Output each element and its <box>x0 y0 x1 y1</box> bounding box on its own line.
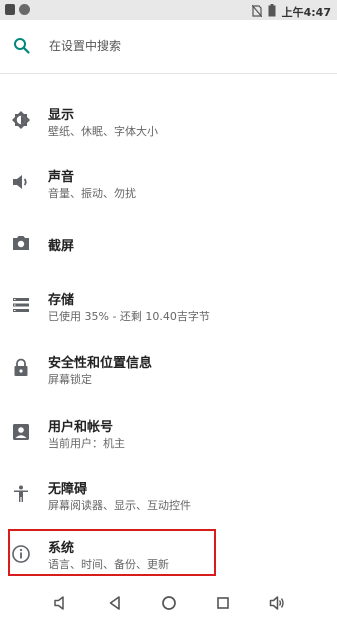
settings-item-subtitle: 当前用户：机主 <box>48 437 125 450</box>
no-sim-icon <box>251 2 263 21</box>
search-input[interactable]: 在设置中搜索 <box>49 37 121 54</box>
settings-item-accessibility[interactable]: 无障碍 屏幕阅读器、显示、互动控件 <box>0 474 337 518</box>
volume-up-icon[interactable] <box>268 594 286 612</box>
notification-square-icon <box>5 4 15 15</box>
storage-icon <box>11 295 31 315</box>
volume-down-icon[interactable] <box>52 594 70 612</box>
lock-icon <box>11 358 31 378</box>
settings-item-storage[interactable]: 存储 已使用 35% - 还剩 10.40吉字节 <box>0 285 337 329</box>
settings-item-display[interactable]: 显示 壁纸、休眠、字体大小 <box>0 100 337 144</box>
settings-item-subtitle: 音量、振动、勿扰 <box>48 187 136 200</box>
search-icon <box>12 36 32 56</box>
settings-item-subtitle: 已使用 35% - 还剩 10.40吉字节 <box>48 310 210 323</box>
volume-icon <box>11 172 31 192</box>
battery-icon <box>268 2 276 21</box>
status-time: 上午4:47 <box>281 5 331 19</box>
brightness-icon <box>11 110 31 130</box>
settings-screen: 上午4:47 在设置中搜索 显示 壁纸、休眠、字体大小 声音 音量、振动、勿扰 … <box>0 0 337 619</box>
settings-item-title: 存储 <box>48 293 75 308</box>
back-icon[interactable] <box>106 594 124 612</box>
status-right: 上午4:47 <box>251 2 331 21</box>
recents-icon[interactable] <box>214 594 232 612</box>
divider <box>0 73 337 74</box>
settings-item-accounts[interactable]: 用户和帐号 当前用户：机主 <box>0 412 337 456</box>
settings-item-sound[interactable]: 声音 音量、振动、勿扰 <box>0 162 337 206</box>
settings-item-subtitle: 屏幕阅读器、显示、互动控件 <box>48 499 191 512</box>
account-icon <box>11 422 31 442</box>
settings-item-title: 显示 <box>48 108 75 123</box>
highlight-box <box>8 529 216 576</box>
circle-icon <box>19 4 30 15</box>
settings-item-title: 安全性和位置信息 <box>48 356 153 371</box>
settings-item-security[interactable]: 安全性和位置信息 屏幕锁定 <box>0 348 337 392</box>
search-bar[interactable]: 在设置中搜索 <box>0 20 337 70</box>
settings-item-title: 无障碍 <box>48 482 88 497</box>
settings-item-subtitle: 壁纸、休眠、字体大小 <box>48 125 158 138</box>
settings-item-subtitle: 屏幕锁定 <box>48 373 92 386</box>
navigation-bar <box>0 587 337 619</box>
settings-item-title: 声音 <box>48 170 75 185</box>
settings-item-screenshot[interactable]: 截屏 <box>0 228 337 258</box>
camera-icon <box>11 233 31 253</box>
home-icon[interactable] <box>160 594 178 612</box>
accessibility-icon <box>11 484 31 504</box>
status-bar: 上午4:47 <box>0 0 337 20</box>
settings-item-title: 截屏 <box>48 239 75 254</box>
status-left <box>5 4 30 15</box>
settings-item-title: 用户和帐号 <box>48 420 114 435</box>
